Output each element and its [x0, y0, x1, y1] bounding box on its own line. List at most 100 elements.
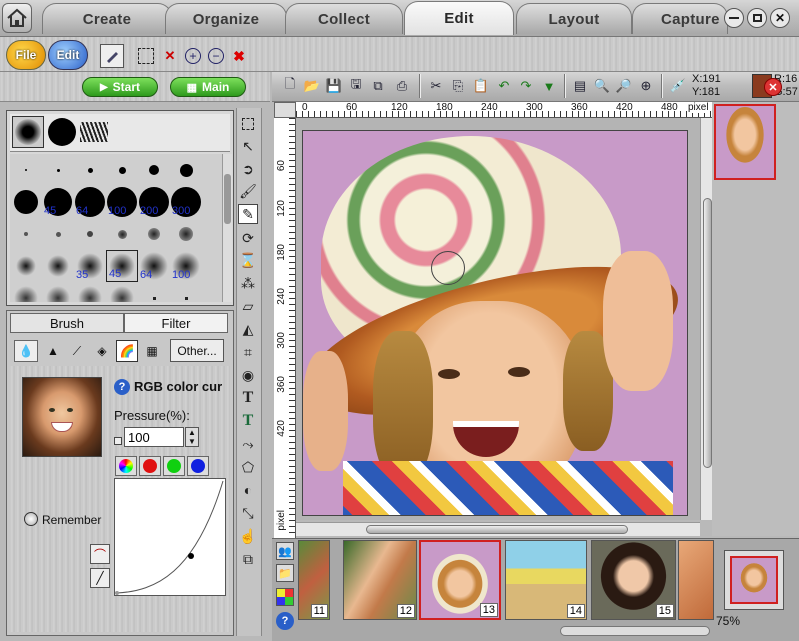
transform-tool-icon[interactable]: ⤡ — [238, 503, 258, 523]
deselect-icon[interactable]: ✕ — [162, 48, 178, 64]
save-as-icon[interactable]: 🖫 — [346, 76, 366, 96]
filmstrip-palette-icon[interactable] — [276, 588, 294, 606]
thumbnail-14[interactable]: 14 — [505, 540, 587, 620]
copy-icon[interactable]: ⎘ — [448, 76, 468, 96]
pen-mode-icon[interactable] — [100, 44, 124, 68]
brush-cell[interactable]: 100 — [106, 186, 138, 218]
save-icon[interactable]: 💾 — [324, 76, 344, 96]
undo-icon[interactable]: ↶ — [494, 76, 514, 96]
paste-icon[interactable]: 📋 — [471, 76, 491, 96]
preview-thumbnail[interactable] — [714, 104, 776, 180]
pressure-input[interactable] — [124, 427, 184, 447]
green-channel-button[interactable] — [163, 456, 185, 476]
curve-editor[interactable] — [114, 478, 226, 596]
cone-effect-icon[interactable]: ▲ — [42, 340, 64, 362]
tab-capture[interactable]: Capture — [632, 3, 728, 34]
open-folder-icon[interactable]: 📂 — [302, 76, 322, 96]
edit-image[interactable] — [302, 130, 688, 516]
brush-hard-preset[interactable] — [46, 116, 78, 148]
fill-bucket-icon[interactable]: ◭ — [238, 319, 258, 339]
hourglass-tool-icon[interactable]: ⌛ — [238, 250, 258, 270]
tab-edit[interactable]: Edit — [404, 1, 514, 35]
tab-create[interactable]: Create — [42, 3, 172, 34]
thumbnail-11[interactable]: 11 — [298, 540, 330, 620]
text-style-tool-icon[interactable]: T — [238, 411, 258, 431]
thumbnail-16-partial[interactable] — [678, 540, 714, 620]
red-channel-button[interactable] — [139, 456, 161, 476]
curve-linear-icon[interactable]: ╱ — [90, 568, 110, 588]
brush-cell[interactable] — [74, 218, 106, 250]
subtract-selection-icon[interactable]: − — [208, 48, 224, 64]
brush-cell[interactable] — [138, 218, 170, 250]
path-tool-icon[interactable]: ⤳ — [238, 434, 258, 454]
restore-icon[interactable] — [747, 8, 767, 28]
shape-tool-icon[interactable]: ⬠ — [238, 457, 258, 477]
brush-cell[interactable]: 200 — [138, 186, 170, 218]
smudge-tool-icon[interactable]: ☝ — [238, 526, 258, 546]
thumbnail-15[interactable]: 15 — [591, 540, 676, 620]
marquee-tool-icon[interactable] — [238, 114, 258, 134]
text-tool-icon[interactable]: T — [238, 388, 258, 408]
filmstrip-help-icon[interactable]: ? — [276, 612, 294, 630]
brush-soft-preset[interactable] — [12, 116, 44, 148]
print-icon[interactable]: ⎙ — [392, 76, 412, 96]
thumbnail-12[interactable]: 12 — [343, 540, 417, 620]
brush-cell[interactable] — [74, 282, 106, 302]
start-button[interactable]: ▶ Start — [82, 77, 158, 97]
new-file-icon[interactable]: 🗋 — [280, 76, 300, 96]
brush-cell-selected[interactable]: 45 — [106, 250, 138, 282]
color-replace-icon[interactable]: ◐ — [238, 480, 258, 500]
rainbow-effect-icon[interactable]: 🌈 — [116, 340, 138, 362]
tab-organize[interactable]: Organize — [165, 3, 287, 34]
close-window-icon[interactable]: ✕ — [770, 8, 790, 28]
drop-effect-icon[interactable]: 💧 — [14, 340, 38, 362]
tab-collect[interactable]: Collect — [285, 3, 403, 34]
add-selection-icon[interactable]: + — [185, 48, 201, 64]
mosaic-effect-icon[interactable]: ▦ — [141, 340, 163, 362]
brush-cell[interactable] — [10, 186, 42, 218]
color-brush-tool-icon[interactable]: ✎ — [238, 204, 258, 224]
filmstrip-people-icon[interactable]: 👥 — [276, 542, 294, 560]
brush-cell[interactable] — [170, 218, 202, 250]
other-button[interactable]: Other... — [170, 339, 224, 362]
curve-smooth-icon[interactable]: ⌒ — [90, 544, 110, 564]
copy-doc-icon[interactable]: ⧉ — [368, 76, 388, 96]
brush-cell[interactable] — [10, 282, 42, 302]
pressure-toggle[interactable] — [114, 437, 122, 445]
clone-tool-icon[interactable]: ⁂ — [238, 273, 258, 293]
brush-cell[interactable]: 64 — [74, 186, 106, 218]
pressure-stepper[interactable]: ▲ ▼ — [185, 427, 199, 447]
brush-cell[interactable] — [10, 154, 42, 186]
eyedropper-icon[interactable]: 💉 — [668, 76, 688, 96]
help-icon[interactable]: ? — [114, 379, 130, 395]
filmstrip-folder-icon[interactable]: 📁 — [276, 564, 294, 582]
brush-cell[interactable] — [42, 282, 74, 302]
brush-cell[interactable] — [74, 154, 106, 186]
navigator-box[interactable] — [724, 550, 784, 610]
blue-channel-button[interactable] — [187, 456, 209, 476]
brush-cell[interactable] — [106, 218, 138, 250]
brush-cell[interactable]: 45 — [42, 186, 74, 218]
crop-tool-icon[interactable]: ⌗ — [238, 342, 258, 362]
brush-cell[interactable]: 64 — [138, 250, 170, 282]
zoom-fit-icon[interactable]: ⊕ — [636, 76, 656, 96]
brush-cell[interactable] — [138, 154, 170, 186]
brush-cell[interactable] — [170, 154, 202, 186]
cut-icon[interactable]: ✂ — [426, 76, 446, 96]
pointer-tool-icon[interactable]: ↖ — [238, 136, 258, 156]
filmstrip-scrollbar[interactable] — [560, 626, 710, 636]
brush-cell[interactable] — [106, 154, 138, 186]
brush-cell[interactable] — [106, 282, 138, 302]
brush-cell[interactable]: 35 — [74, 250, 106, 282]
file-menu-button[interactable]: File — [6, 40, 46, 70]
history-dropdown-icon[interactable]: ▼ — [539, 76, 559, 96]
tab-layout[interactable]: Layout — [516, 3, 632, 34]
main-button[interactable]: ▦ Main — [170, 77, 246, 97]
rgb-channel-button[interactable] — [115, 456, 137, 476]
home-icon[interactable] — [2, 3, 32, 33]
zoom-in-icon[interactable]: 🔍 — [592, 76, 612, 96]
brush-grid-scrollbar[interactable] — [222, 154, 232, 302]
brush-cell[interactable] — [42, 218, 74, 250]
redo-icon[interactable]: ↷ — [516, 76, 536, 96]
tab-brush[interactable]: Brush — [10, 313, 124, 333]
